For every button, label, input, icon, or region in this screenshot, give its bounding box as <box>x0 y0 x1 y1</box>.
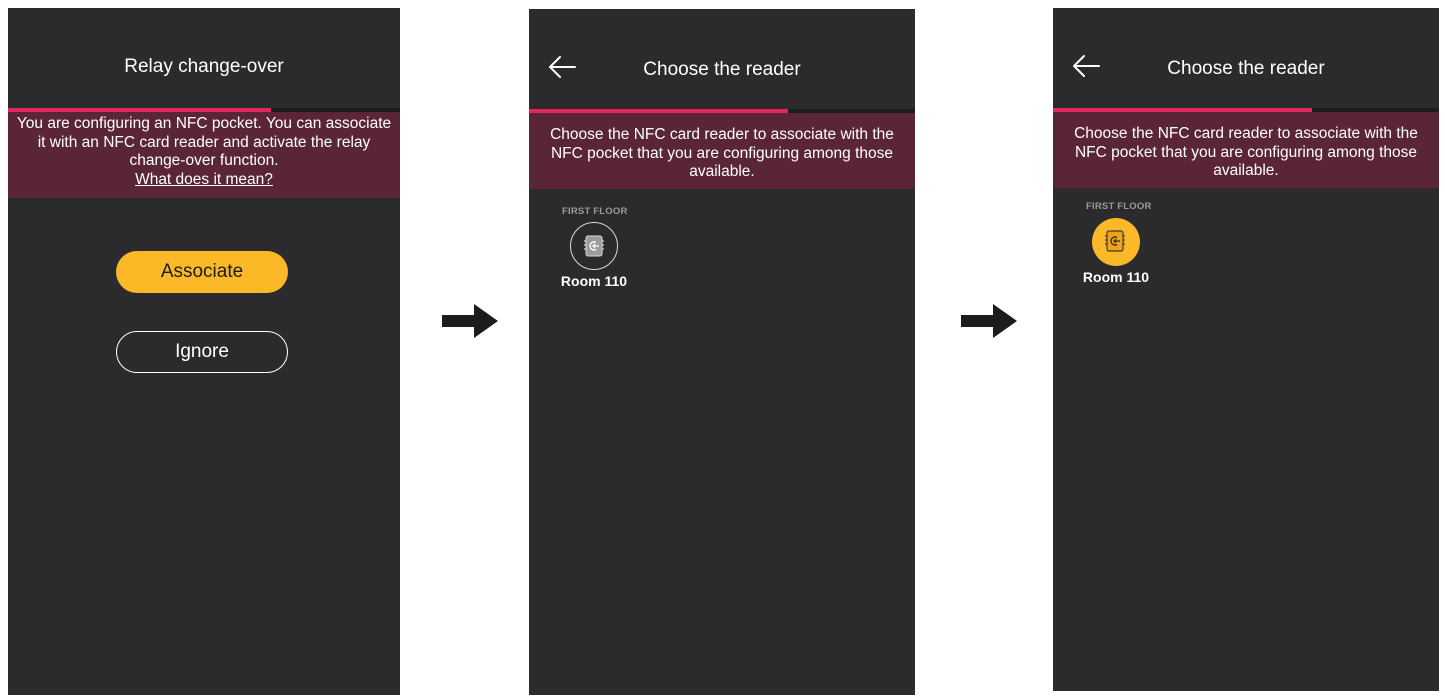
screen-relay-change-over: Relay change-over You are configuring an… <box>8 8 400 695</box>
right-arrow-icon <box>442 304 498 338</box>
page-title: Choose the reader <box>643 59 801 80</box>
screen-choose-reader-selected: Choose the reader Choose the NFC card re… <box>1053 8 1439 691</box>
device-label: Room 110 <box>1082 269 1150 285</box>
nfc-reader-icon <box>570 222 618 270</box>
device-label: Room 110 <box>560 273 628 289</box>
banner-text: Choose the NFC card reader to associate … <box>1074 125 1418 179</box>
device-room-110[interactable]: Room 110 <box>554 222 634 289</box>
info-banner: Choose the NFC card reader to associate … <box>529 113 915 189</box>
right-arrow-icon <box>961 304 1017 338</box>
screen-choose-reader: Choose the reader Choose the NFC card re… <box>529 9 915 695</box>
group-label: FIRST FLOOR <box>1086 201 1152 212</box>
group-label: FIRST FLOOR <box>562 206 628 217</box>
banner-text: Choose the NFC card reader to associate … <box>550 126 894 180</box>
page-title: Relay change-over <box>124 56 284 77</box>
ignore-button[interactable]: Ignore <box>116 331 288 373</box>
associate-button[interactable]: Associate <box>116 251 288 293</box>
info-banner: You are configuring an NFC pocket. You c… <box>8 112 400 198</box>
back-arrow-icon[interactable] <box>547 54 577 80</box>
header: Choose the reader <box>529 9 915 113</box>
header: Relay change-over <box>8 8 400 112</box>
device-room-110[interactable]: Room 110 <box>1076 218 1156 285</box>
back-arrow-icon[interactable] <box>1071 53 1101 79</box>
banner-text: You are configuring an NFC pocket. You c… <box>16 115 392 169</box>
nfc-reader-icon <box>1092 218 1140 266</box>
what-does-it-mean-link[interactable]: What does it mean? <box>135 171 273 188</box>
header: Choose the reader <box>1053 8 1439 112</box>
info-banner: Choose the NFC card reader to associate … <box>1053 112 1439 188</box>
page-title: Choose the reader <box>1167 58 1325 79</box>
